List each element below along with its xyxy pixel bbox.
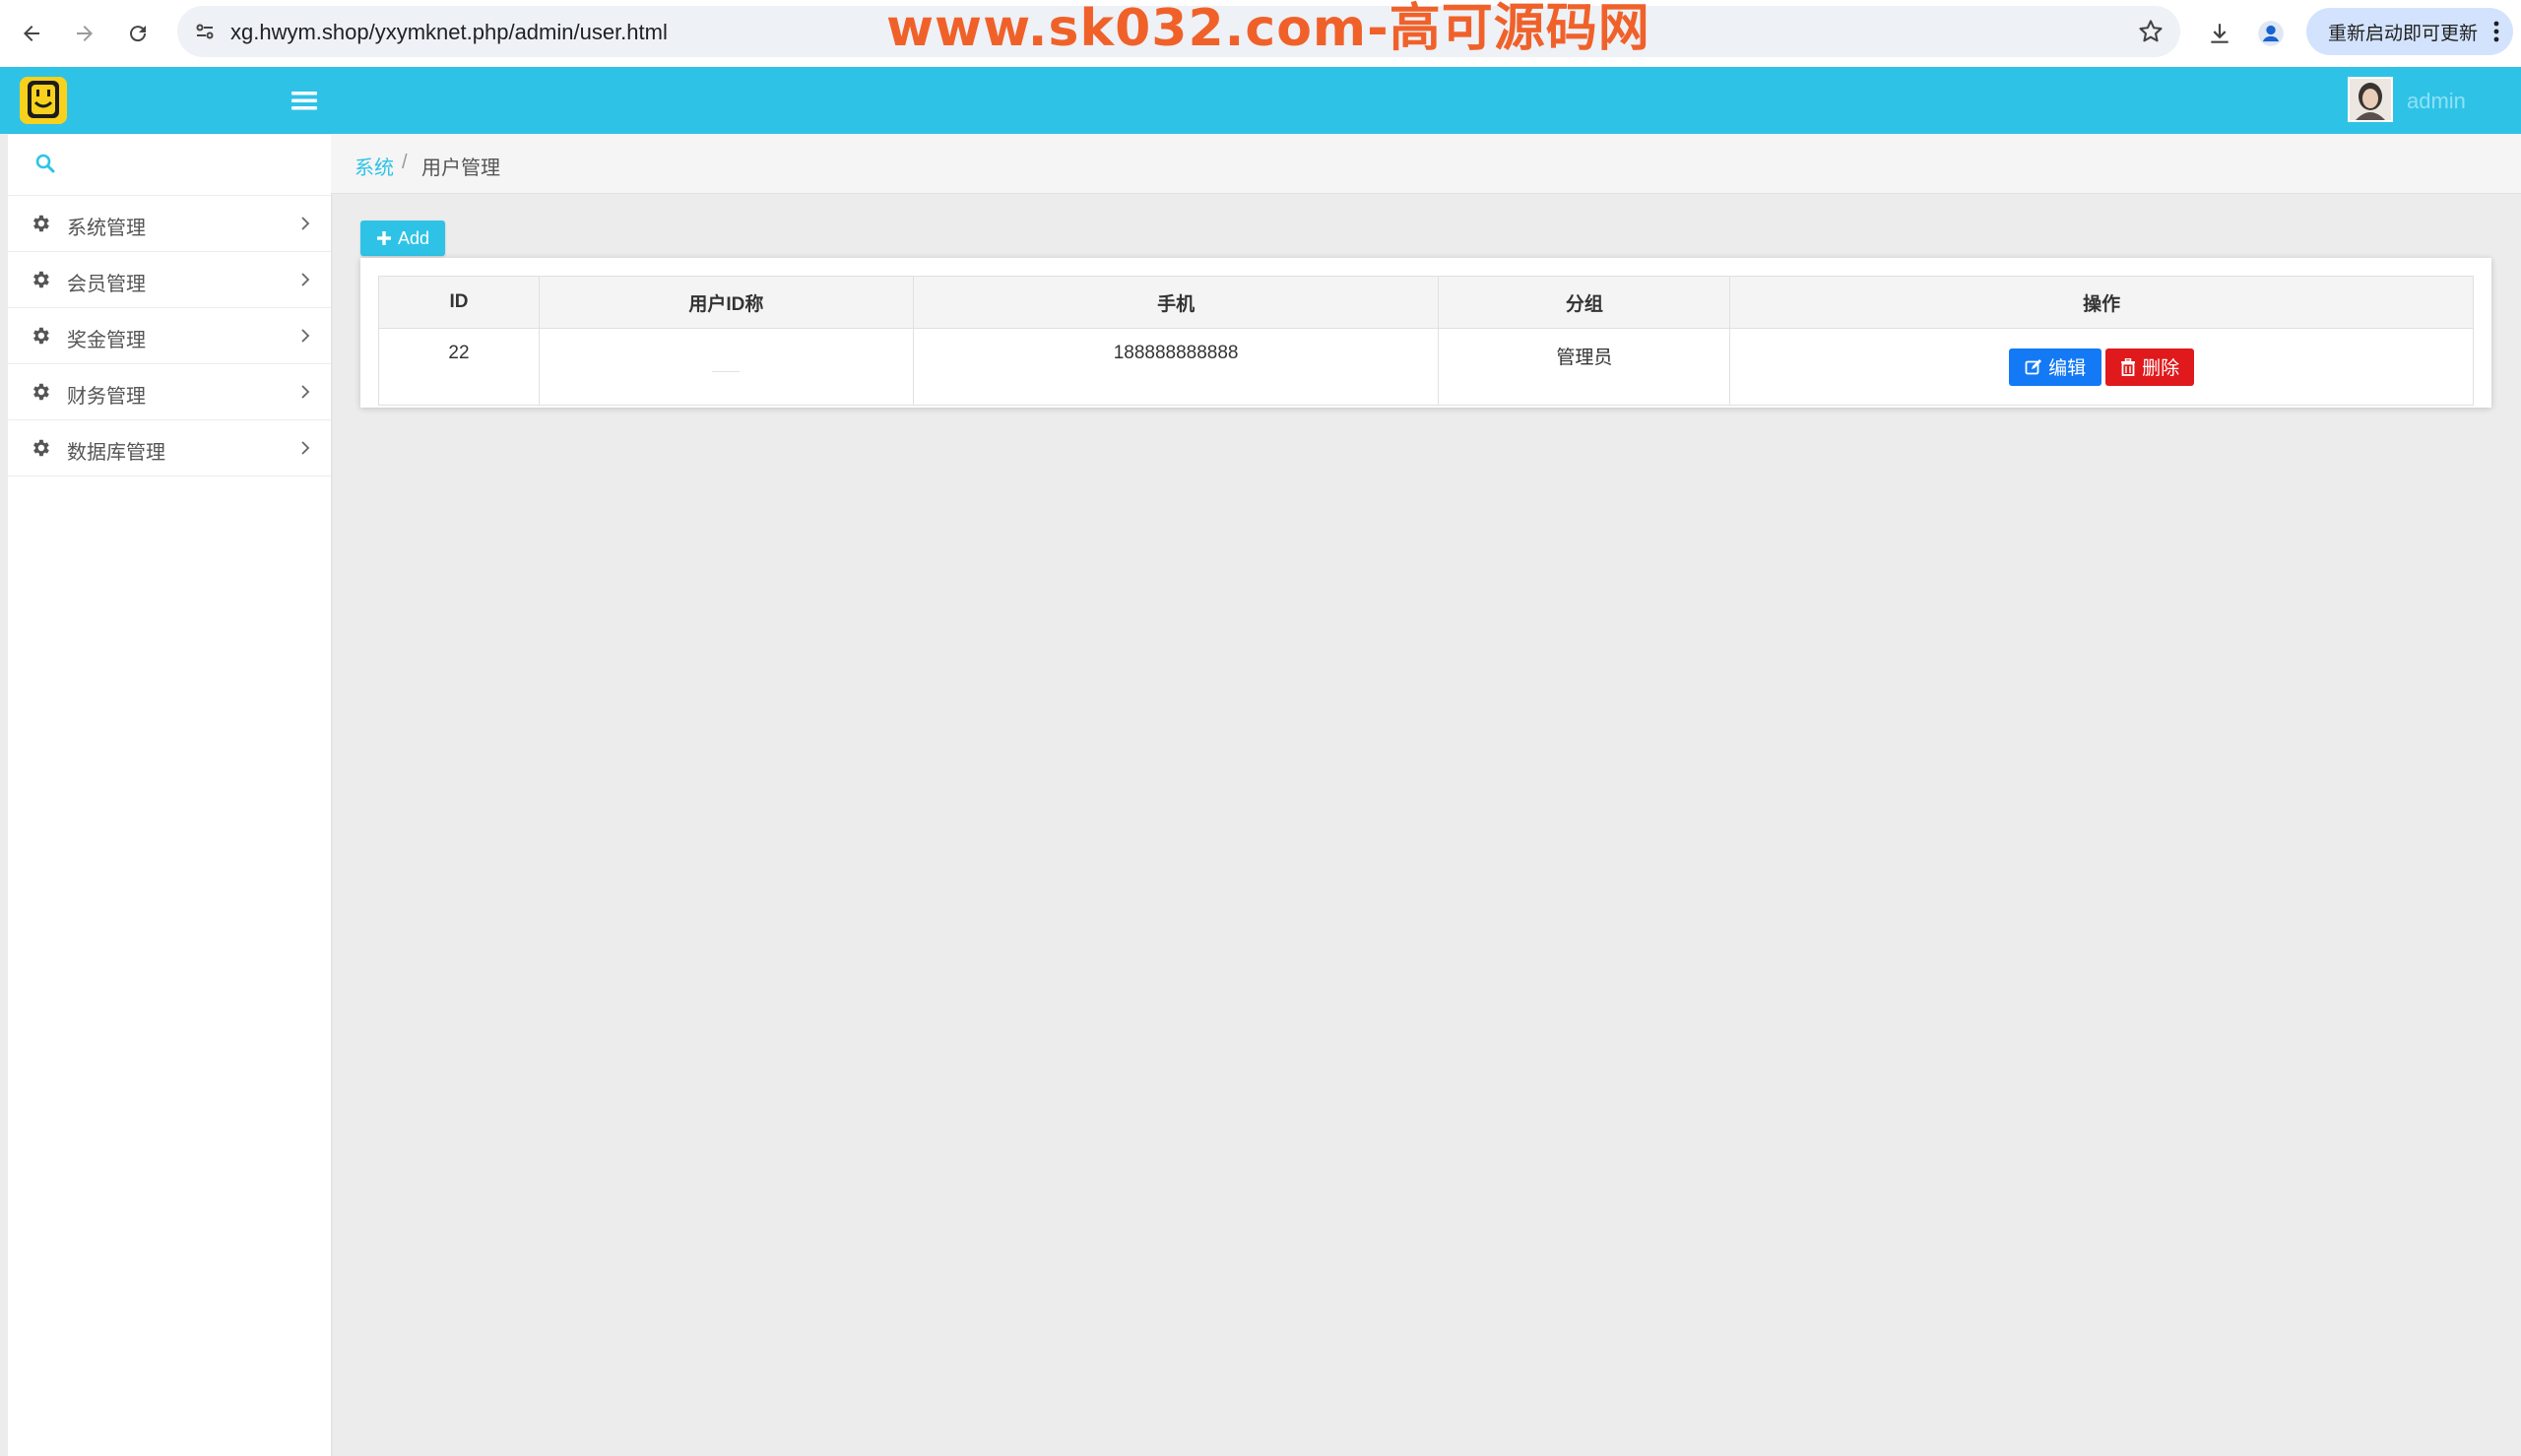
breadcrumb-separator: / bbox=[402, 152, 408, 173]
user-table: ID 用户ID称 手机 分组 操作 22 188888888888 管理员 编辑… bbox=[378, 276, 2474, 406]
gear-icon bbox=[33, 215, 49, 232]
more-vert-icon bbox=[2493, 21, 2499, 42]
update-button[interactable]: 重新启动即可更新 bbox=[2306, 8, 2513, 55]
hamburger-menu-icon[interactable] bbox=[291, 89, 317, 112]
cell-actions: 编辑 删除 bbox=[1729, 328, 2474, 406]
delete-button-label: 删除 bbox=[2142, 358, 2180, 379]
bookmark-star-icon[interactable] bbox=[2137, 18, 2165, 45]
cell-phone: 188888888888 bbox=[912, 328, 1440, 406]
sidebar-item-label: 系统管理 bbox=[67, 218, 146, 239]
browser-toolbar: xg.hwym.shop/yxymknet.php/admin/user.htm… bbox=[0, 0, 2521, 68]
cell-name-value bbox=[712, 359, 741, 372]
url-text[interactable]: xg.hwym.shop/yxymknet.php/admin/user.htm… bbox=[230, 20, 668, 45]
edit-button[interactable]: 编辑 bbox=[2009, 348, 2102, 386]
breadcrumb: 系统 / 用户管理 bbox=[331, 134, 2521, 194]
sidebar-item-members[interactable]: 会员管理 bbox=[8, 252, 331, 308]
cell-name bbox=[538, 328, 914, 406]
user-table-panel: ID 用户ID称 手机 分组 操作 22 188888888888 管理员 编辑… bbox=[360, 258, 2491, 408]
delete-button[interactable]: 删除 bbox=[2105, 348, 2195, 386]
sidebar-item-label: 数据库管理 bbox=[67, 442, 165, 464]
sidebar-item-label: 财务管理 bbox=[67, 386, 146, 408]
arrow-left-icon bbox=[24, 26, 39, 41]
sidebar-item-label: 会员管理 bbox=[67, 274, 146, 295]
sidebar-item-finance[interactable]: 财务管理 bbox=[8, 364, 331, 420]
edit-icon bbox=[2025, 358, 2042, 374]
cell-id: 22 bbox=[378, 328, 540, 406]
column-header-phone[interactable]: 手机 bbox=[912, 276, 1440, 329]
column-header-actions: 操作 bbox=[1729, 276, 2474, 329]
search-icon[interactable] bbox=[35, 154, 55, 173]
user-name[interactable]: admin bbox=[2407, 89, 2466, 114]
column-header-id[interactable]: ID bbox=[378, 276, 540, 329]
app-header: admin bbox=[0, 67, 2521, 134]
sidebar: 系统管理 会员管理 奖金管理 财务管理 数据库管理 bbox=[8, 134, 331, 1456]
breadcrumb-current: 用户管理 bbox=[421, 158, 500, 179]
avatar-photo-icon bbox=[2350, 79, 2391, 120]
gear-icon bbox=[33, 439, 49, 457]
table-row: 22 188888888888 管理员 编辑 删除 bbox=[378, 328, 2474, 406]
plus-icon bbox=[376, 231, 391, 245]
gear-icon bbox=[33, 383, 49, 401]
watermark-text: www.sk032.com-高可源码网 bbox=[886, 0, 1650, 58]
edit-button-label: 编辑 bbox=[2048, 358, 2087, 379]
back-button[interactable] bbox=[12, 14, 51, 53]
chevron-right-icon bbox=[301, 441, 310, 455]
column-header-name[interactable]: 用户ID称 bbox=[538, 276, 914, 329]
sidebar-item-label: 奖金管理 bbox=[67, 330, 146, 351]
sidebar-item-system[interactable]: 系统管理 bbox=[8, 196, 331, 252]
user-avatar[interactable] bbox=[2348, 77, 2393, 122]
arrow-right-icon bbox=[77, 26, 93, 41]
reload-button[interactable] bbox=[118, 14, 158, 53]
sidebar-item-bonus[interactable]: 奖金管理 bbox=[8, 308, 331, 364]
chevron-right-icon bbox=[301, 385, 310, 399]
sidebar-item-database[interactable]: 数据库管理 bbox=[8, 420, 331, 476]
smiley-logo-icon bbox=[20, 77, 67, 124]
column-header-group[interactable]: 分组 bbox=[1438, 276, 1731, 329]
person-icon bbox=[2258, 21, 2284, 46]
chevron-right-icon bbox=[301, 329, 310, 343]
reload-icon bbox=[130, 26, 147, 42]
chevron-right-icon bbox=[301, 217, 310, 230]
forward-button[interactable] bbox=[65, 14, 104, 53]
breadcrumb-root-link[interactable]: 系统 bbox=[355, 152, 394, 180]
profile-button[interactable] bbox=[2251, 14, 2291, 53]
trash-icon bbox=[2121, 357, 2136, 376]
add-user-button[interactable]: Add bbox=[360, 221, 445, 256]
cell-group: 管理员 bbox=[1438, 328, 1731, 406]
gear-icon bbox=[33, 271, 49, 288]
add-button-label: Add bbox=[397, 227, 430, 248]
download-icon bbox=[2211, 24, 2229, 43]
chevron-right-icon bbox=[301, 273, 310, 286]
table-header-row: ID 用户ID称 手机 分组 操作 bbox=[378, 276, 2474, 329]
update-label: 重新启动即可更新 bbox=[2328, 23, 2479, 44]
downloads-button[interactable] bbox=[2200, 14, 2239, 53]
app-logo[interactable] bbox=[20, 77, 67, 124]
site-settings-icon[interactable] bbox=[193, 20, 217, 43]
gear-icon bbox=[33, 327, 49, 345]
sidebar-search[interactable] bbox=[8, 134, 331, 196]
